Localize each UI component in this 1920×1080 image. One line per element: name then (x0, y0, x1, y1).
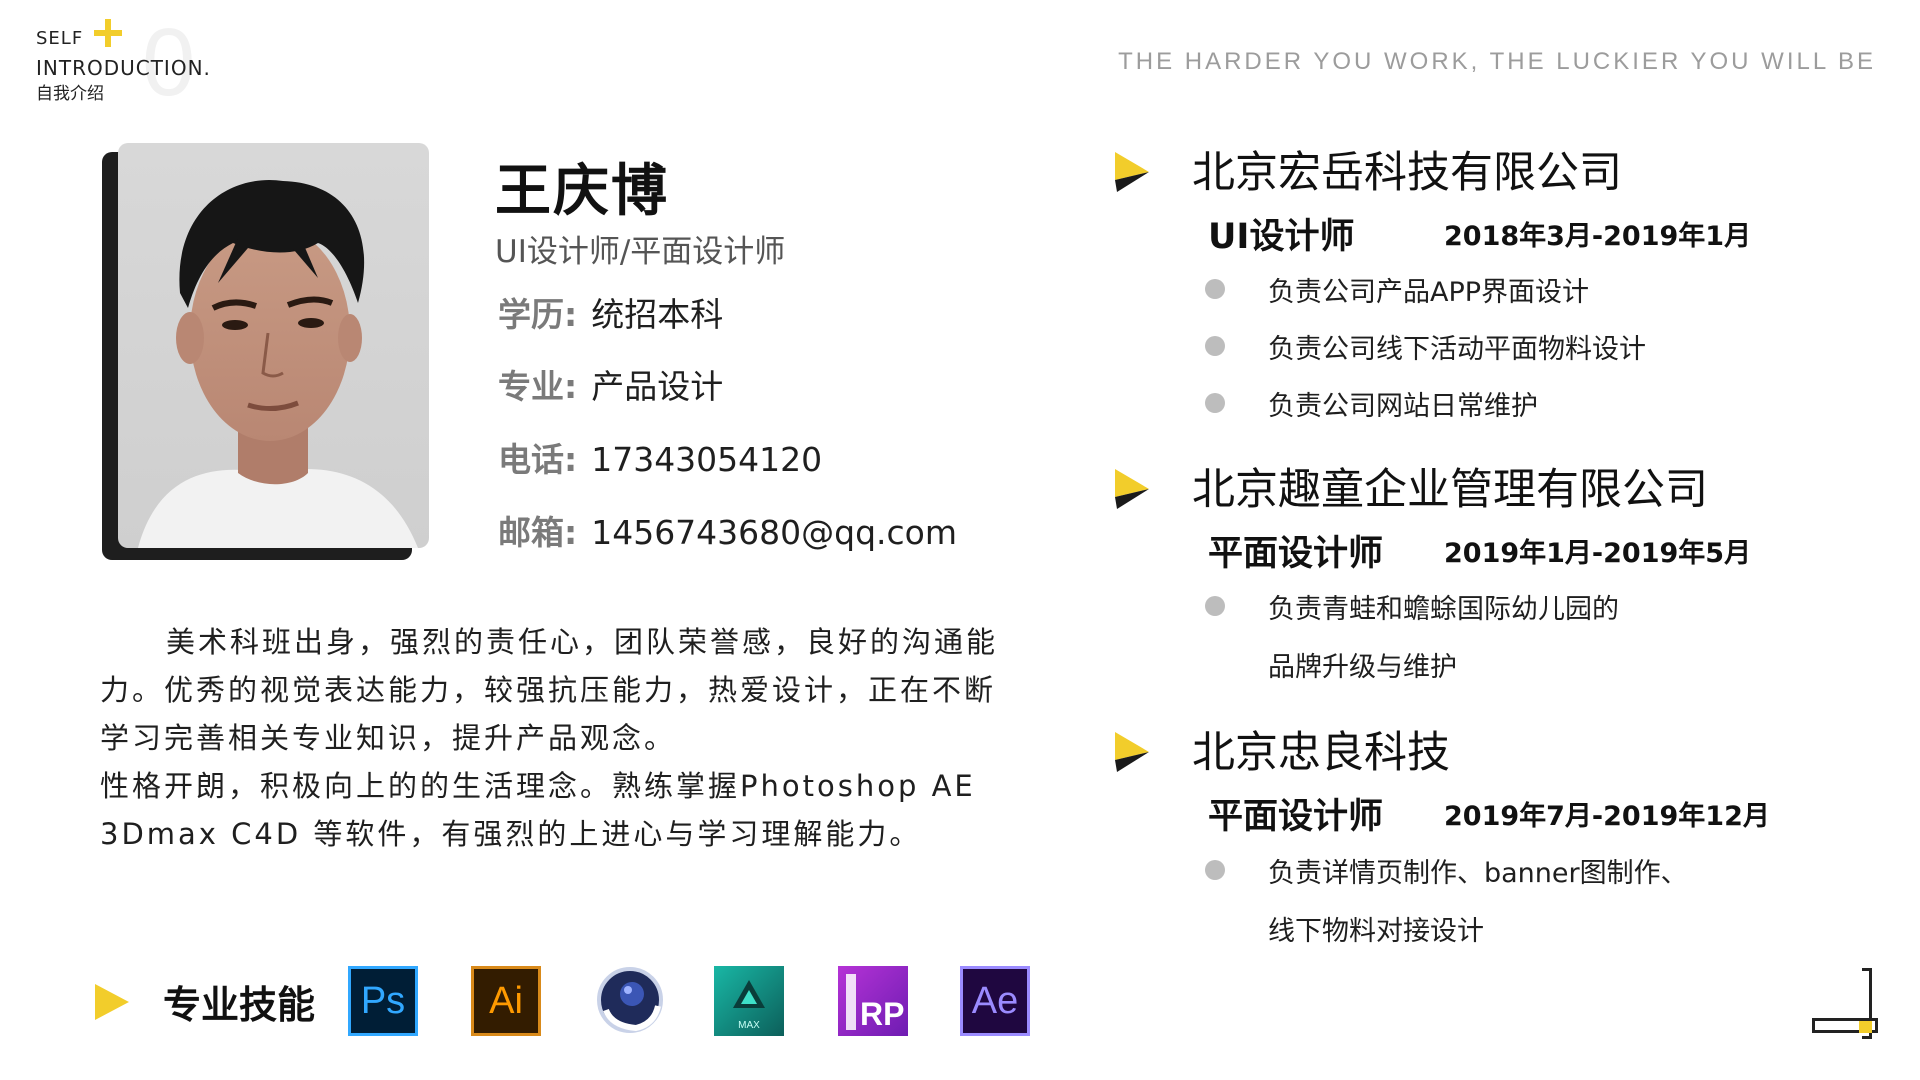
bullet-icon (1205, 336, 1225, 356)
info-row-phone: 电话: 17343054120 (498, 433, 822, 481)
duty-item: 负责公司网站日常维护 (1268, 391, 1538, 422)
3dsmax-icon: MAX (714, 966, 784, 1036)
profile-photo (118, 143, 429, 548)
profile-name: 王庆博 (495, 159, 669, 224)
job-period: 2018年3月-2019年1月 (1444, 221, 1752, 252)
triangle-icon (1115, 732, 1149, 772)
profile-title: UI设计师/平面设计师 (495, 234, 786, 270)
info-label: 电话: (498, 440, 578, 479)
info-label: 学历: (498, 295, 578, 334)
info-value: 统招本科 (591, 295, 724, 334)
skill-label: MAX (738, 1020, 760, 1031)
bullet-icon (1205, 596, 1225, 616)
rp-bar-decor (846, 974, 856, 1030)
duty-item: 负责公司线下活动平面物料设计 (1268, 334, 1646, 365)
header-self-label: SELF (36, 28, 84, 49)
header-introduction-label: INTRODUCTION. (36, 56, 211, 80)
info-label: 邮箱: (498, 513, 578, 552)
bio-text: 美术科班出身，强烈的责任心，团队荣誉感，良好的沟通能力。优秀的视觉表达能力，较强… (100, 618, 1010, 858)
bullet-icon (1205, 860, 1225, 880)
triangle-icon (1115, 469, 1149, 509)
info-row-email: 邮箱: 1456743680@qq.com (498, 506, 957, 554)
illustrator-icon: Ai (471, 966, 541, 1036)
duty-item: 线下物料对接设计 (1268, 916, 1484, 947)
after-effects-icon: Ae (960, 966, 1030, 1036)
duty-item: 负责公司产品APP界面设计 (1268, 277, 1590, 308)
bullet-icon (1205, 393, 1225, 413)
info-value: 1456743680@qq.com (591, 513, 958, 552)
triangle-icon (95, 984, 129, 1020)
job-role: 平面设计师 (1208, 534, 1384, 574)
info-row-major: 专业: 产品设计 (498, 360, 723, 408)
bio-paragraph: 性格开朗，积极向上的的生活理念。熟练掌握Photoshop AE 3Dmax C… (100, 769, 976, 851)
corner-accent (1859, 1021, 1872, 1033)
job-role: UI设计师 (1208, 217, 1355, 257)
info-value: 17343054120 (591, 440, 823, 479)
plus-icon-vertical (105, 19, 111, 47)
cinema4d-icon (596, 966, 664, 1034)
skill-label: Ps (360, 979, 406, 1022)
bio-paragraph: 美术科班出身，强烈的责任心，团队荣誉感，良好的沟通能力。优秀的视觉表达能力，较强… (100, 625, 999, 755)
triangle-icon (1115, 152, 1149, 192)
skill-label: RP (860, 996, 905, 1032)
header-subtitle-cn: 自我介绍 (36, 84, 104, 104)
info-value: 产品设计 (591, 367, 724, 406)
job-period: 2019年7月-2019年12月 (1444, 801, 1770, 832)
company-name: 北京宏岳科技有限公司 (1192, 148, 1622, 198)
duty-item: 品牌升级与维护 (1268, 652, 1457, 683)
duty-item: 负责详情页制作、banner图制作、 (1268, 858, 1688, 889)
photoshop-icon: Ps (348, 966, 418, 1036)
company-name: 北京趣童企业管理有限公司 (1192, 465, 1708, 515)
axure-rp-icon: RP (838, 966, 908, 1036)
job-period: 2019年1月-2019年5月 (1444, 538, 1752, 569)
company-name: 北京忠良科技 (1192, 728, 1450, 778)
info-label: 专业: (498, 367, 578, 406)
skill-label: Ae (971, 979, 1019, 1022)
job-role: 平面设计师 (1208, 797, 1384, 837)
duty-item: 负责青蛙和蟾蜍国际幼儿园的 (1268, 594, 1619, 625)
header-slogan: THE HARDER YOU WORK, THE LUCKIER YOU WIL… (1118, 48, 1876, 75)
bullet-icon (1205, 279, 1225, 299)
skills-title: 专业技能 (163, 983, 316, 1027)
skill-label: Ai (489, 979, 523, 1022)
info-row-education: 学历: 统招本科 (498, 288, 723, 336)
